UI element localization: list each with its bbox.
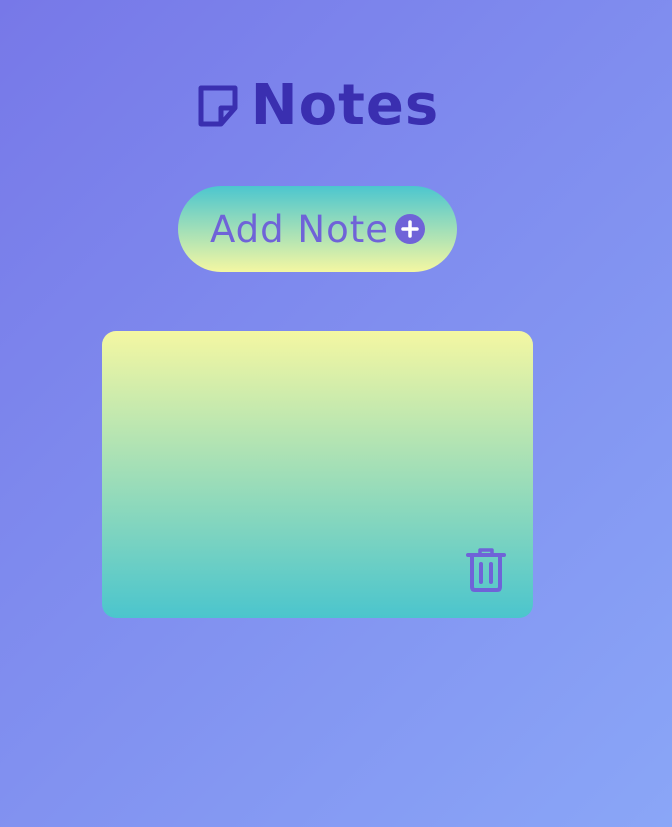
note-card	[102, 331, 533, 618]
trash-icon	[466, 547, 506, 596]
add-note-button[interactable]: Add Note	[178, 186, 457, 272]
sticky-note-icon	[197, 82, 241, 130]
note-textarea[interactable]	[122, 349, 506, 553]
app-header: Notes	[0, 78, 636, 134]
add-note-label: Add Note	[210, 207, 389, 251]
plus-circle-icon	[394, 214, 425, 244]
delete-note-button[interactable]	[464, 547, 508, 595]
page-title: Notes	[250, 73, 440, 138]
